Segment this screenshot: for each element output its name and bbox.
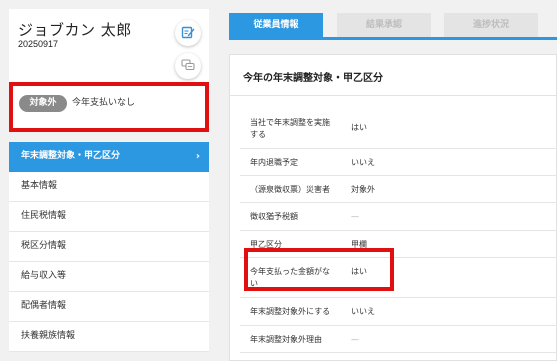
table-row: （源泉徴収票）災害者 対象外 — [240, 176, 557, 203]
sidebar-item-label: 年末調整対象・甲乙区分 — [21, 151, 121, 161]
tab-employee-info[interactable]: 従業員情報 — [229, 13, 323, 37]
sidebar-item-basic-info[interactable]: 基本情報 — [9, 172, 209, 202]
tab-progress-status[interactable]: 進捗状況 — [444, 13, 538, 37]
sidebar-item-salary-income[interactable]: 給与収入等 — [9, 262, 209, 292]
table-row: 徴収猶予税額 — — [240, 203, 557, 231]
row-label: 年内退職予定 — [250, 158, 298, 167]
employee-code: 20250917 — [18, 39, 59, 49]
row-label: 当社で年末調整を実施 する — [250, 118, 330, 139]
chat-bubble-icon — [181, 57, 195, 76]
sidebar-item-tax-category[interactable]: 税区分情報 — [9, 232, 209, 262]
row-label: 年末調整対象外理由 — [250, 335, 322, 344]
panel-title: 今年の年末調整対象・甲乙区分 — [243, 73, 383, 84]
tab-result-approval[interactable]: 結果承認 — [337, 13, 431, 37]
sidebar-item-label: 税区分情報 — [21, 241, 67, 251]
chat-button[interactable] — [175, 53, 201, 79]
sidebar-item-label: 住民税情報 — [21, 211, 67, 221]
chevron-right-icon: › — [195, 151, 200, 162]
edit-button[interactable] — [175, 20, 201, 46]
tab-underline — [229, 37, 557, 40]
sidebar-item-spouse-info[interactable]: 配偶者情報 — [9, 292, 209, 322]
status-badge: 対象外 — [19, 95, 67, 112]
table-row: 当社で年末調整を実施 する はい — [240, 110, 557, 149]
table-row: 年内退職予定 いいえ — [240, 149, 557, 176]
sidebar-item-label: 扶養親族情報 — [21, 331, 76, 341]
panel-divider — [230, 95, 556, 96]
row-value: いいえ — [351, 307, 375, 316]
employee-name: ジョブカン 太郎 — [18, 21, 132, 39]
sidebar-menu: 年末調整対象・甲乙区分 › 基本情報 住民税情報 税区分情報 給与収入等 配偶者… — [9, 142, 209, 352]
highlight-frame — [244, 248, 394, 291]
sidebar-item-resident-tax[interactable]: 住民税情報 — [9, 202, 209, 232]
row-label: 徴収猶予税額 — [250, 212, 298, 221]
row-value: はい — [351, 123, 367, 132]
status-text: 今年支払いなし — [72, 98, 136, 108]
row-label: （源泉徴収票）災害者 — [250, 185, 330, 194]
row-value: 対象外 — [351, 185, 375, 194]
table-row: 年末調整対象外理由 — — [240, 326, 557, 353]
row-value: — — [351, 212, 359, 221]
detail-table: 当社で年末調整を実施 する はい 年内退職予定 いいえ （源泉徴収票）災害者 対象… — [240, 110, 557, 353]
sidebar-item-label: 基本情報 — [21, 181, 58, 191]
sidebar-item-year-end-target[interactable]: 年末調整対象・甲乙区分 › — [9, 142, 209, 172]
row-value: いいえ — [351, 158, 375, 167]
sidebar-item-label: 配偶者情報 — [21, 301, 67, 311]
year-end-status-box: 対象外 今年支払いなし — [9, 82, 209, 132]
row-label: 年末調整対象外にする — [250, 307, 331, 316]
row-value: — — [351, 335, 359, 344]
year-end-target-panel: 今年の年末調整対象・甲乙区分 当社で年末調整を実施 する はい 年内退職予定 いい… — [229, 54, 557, 361]
sidebar-item-label: 給与収入等 — [21, 271, 67, 281]
edit-note-icon — [181, 24, 195, 43]
sidebar-item-dependents-info[interactable]: 扶養親族情報 — [9, 322, 209, 352]
table-row: 年末調整対象外にする いいえ — [240, 298, 557, 326]
